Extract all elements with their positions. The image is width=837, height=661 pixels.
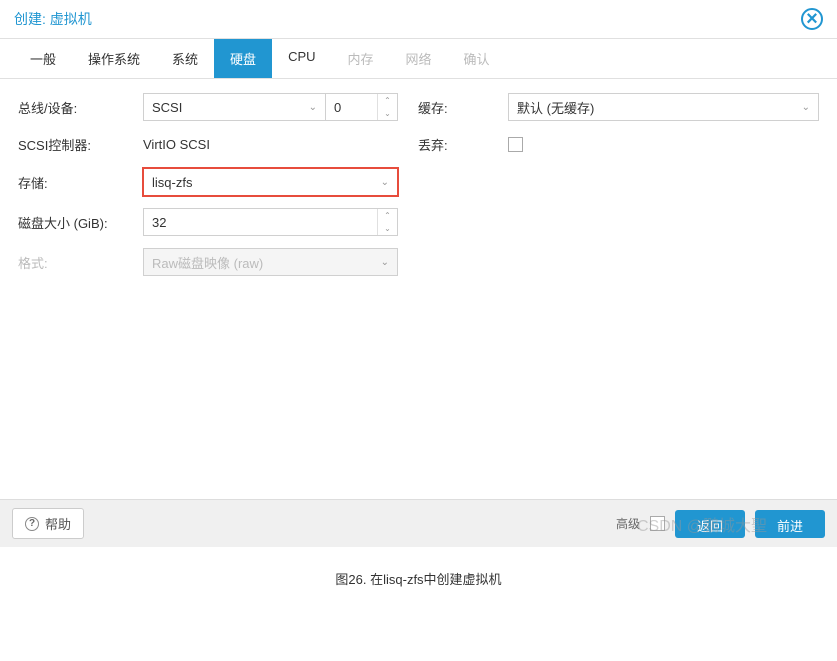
- tab-general[interactable]: 一般: [14, 39, 72, 78]
- tab-memory: 内存: [332, 39, 390, 78]
- discard-label: 丢弃:: [418, 135, 508, 154]
- spin-up-icon[interactable]: ⌃: [378, 94, 397, 107]
- scsi-value: VirtIO SCSI: [143, 133, 210, 156]
- spin-down-icon[interactable]: ⌄: [378, 222, 397, 235]
- storage-select[interactable]: lisq-zfs ⌄: [143, 168, 398, 196]
- chevron-down-icon: ⌄: [802, 102, 810, 113]
- chevron-down-icon: ⌄: [381, 177, 389, 188]
- bus-index-value: 0: [334, 100, 341, 115]
- scsi-label: SCSI控制器:: [18, 135, 143, 154]
- size-label: 磁盘大小 (GiB):: [18, 213, 143, 232]
- spin-down-icon[interactable]: ⌄: [378, 107, 397, 120]
- bus-value: SCSI: [152, 100, 182, 115]
- advanced-label[interactable]: 高级: [616, 515, 640, 532]
- close-icon[interactable]: ×: [801, 8, 823, 30]
- dialog-title: 创建: 虚拟机: [14, 9, 92, 29]
- figure-caption: 图26. 在lisq-zfs中创建虚拟机: [0, 569, 837, 588]
- spin-up-icon[interactable]: ⌃: [378, 209, 397, 222]
- storage-label: 存储:: [18, 173, 143, 192]
- format-label: 格式:: [18, 253, 143, 272]
- cache-select[interactable]: 默认 (无缓存) ⌄: [508, 93, 819, 121]
- bus-select[interactable]: SCSI ⌄: [143, 93, 326, 121]
- format-value: Raw磁盘映像 (raw): [152, 253, 263, 272]
- tab-os[interactable]: 操作系统: [72, 39, 156, 78]
- help-button[interactable]: ? 帮助: [12, 508, 84, 539]
- format-select: Raw磁盘映像 (raw) ⌄: [143, 248, 398, 276]
- chevron-down-icon: ⌄: [309, 102, 317, 113]
- tab-network: 网络: [390, 39, 448, 78]
- tab-bar: 一般 操作系统 系统 硬盘 CPU 内存 网络 确认: [0, 39, 837, 79]
- tab-disk[interactable]: 硬盘: [214, 39, 272, 78]
- help-icon: ?: [25, 517, 39, 531]
- discard-checkbox[interactable]: [508, 137, 523, 152]
- cache-value: 默认 (无缓存): [517, 98, 594, 117]
- help-label: 帮助: [45, 514, 71, 533]
- tab-cpu[interactable]: CPU: [272, 39, 331, 78]
- tab-system[interactable]: 系统: [156, 39, 214, 78]
- advanced-checkbox[interactable]: [650, 516, 665, 531]
- storage-value: lisq-zfs: [152, 175, 192, 190]
- cache-label: 缓存:: [418, 98, 508, 117]
- size-value: 32: [152, 215, 166, 230]
- dialog-footer: ? 帮助 CSDN @鵬城大聖 高级 返回 前进: [0, 499, 837, 547]
- tab-confirm: 确认: [448, 39, 506, 78]
- dialog-header: 创建: 虚拟机 ×: [0, 0, 837, 39]
- back-button[interactable]: 返回: [675, 510, 745, 538]
- form-content: 总线/设备: SCSI ⌄ 0 ⌃ ⌄ 缓存:: [0, 79, 837, 499]
- bus-label: 总线/设备:: [18, 98, 143, 117]
- next-button[interactable]: 前进: [755, 510, 825, 538]
- bus-index-spinner[interactable]: 0 ⌃ ⌄: [326, 93, 398, 121]
- chevron-down-icon: ⌄: [381, 257, 389, 268]
- size-spinner[interactable]: 32 ⌃ ⌄: [143, 208, 398, 236]
